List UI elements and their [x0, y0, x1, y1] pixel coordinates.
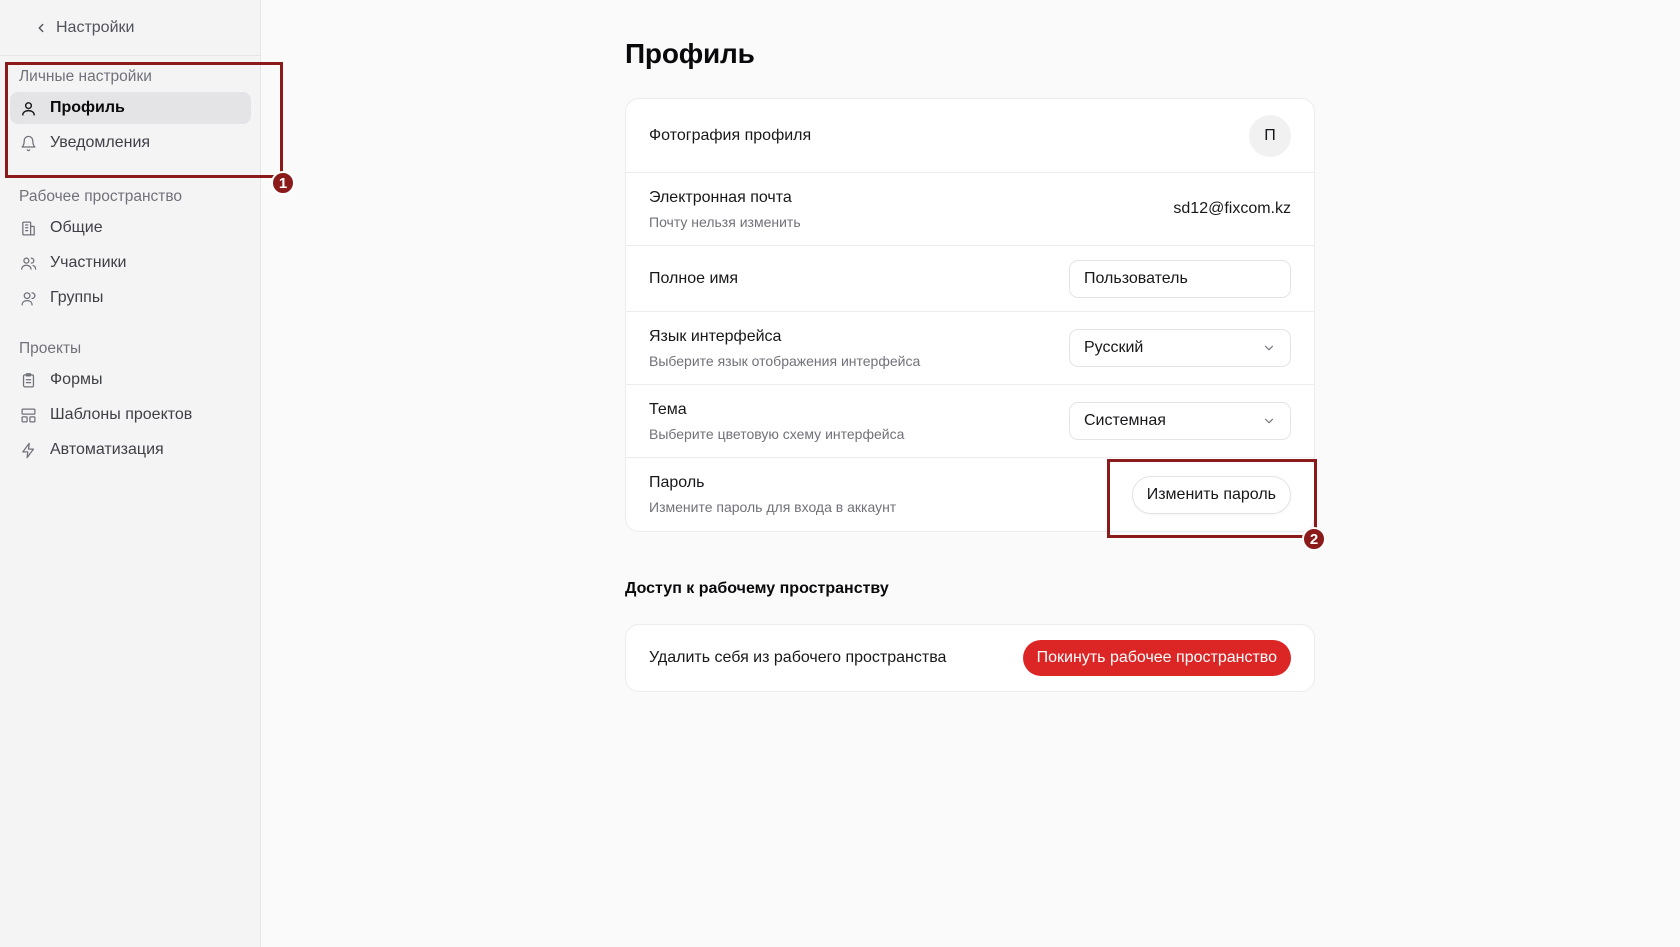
group-icon	[21, 291, 36, 306]
theme-label: Тема	[649, 400, 687, 418]
profile-photo-label: Фотография профиля	[649, 126, 812, 144]
password-label: Пароль	[649, 474, 705, 491]
sidebar-divider	[0, 55, 260, 56]
sidebar-item-general[interactable]: Общие	[10, 212, 251, 244]
sidebar-item-automation[interactable]: Автоматизация	[10, 434, 251, 466]
building-icon	[22, 220, 35, 236]
theme-row: Тема Выберите цветовую схему интерфейса …	[626, 385, 1314, 458]
page-title: Профиль	[625, 38, 755, 69]
email-value: sd12@fixcom.kz	[1173, 200, 1291, 217]
password-row: Пароль Измените пароль для входа в аккау…	[626, 458, 1314, 531]
section-label-workspace: Рабочее пространство	[19, 188, 183, 205]
sidebar-item-project-templates[interactable]: Шаблоны проектов	[10, 399, 251, 431]
theme-hint: Выберите цветовую схему интерфейса	[649, 425, 905, 442]
profile-card: Фотография профиля П Электронная почта П…	[625, 98, 1315, 532]
avatar[interactable]: П	[1249, 114, 1291, 157]
email-row: Электронная почта Почту нельзя изменить …	[626, 173, 1314, 246]
clipboard-icon	[22, 372, 35, 388]
sidebar-item-label: Профиль	[50, 99, 125, 116]
fullname-input[interactable]: Пользователь	[1069, 259, 1291, 298]
leave-workspace-label: Удалить себя из рабочего пространства	[649, 649, 947, 666]
leave-workspace-button[interactable]: Покинуть рабочее пространство	[1022, 640, 1291, 676]
sidebar-item-label: Шаблоны проектов	[50, 406, 193, 423]
fullname-label: Полное имя	[649, 269, 739, 287]
email-hint: Почту нельзя изменить	[649, 213, 801, 230]
language-label: Язык интерфейса	[649, 327, 782, 345]
sidebar-item-profile[interactable]: Профиль	[10, 92, 251, 124]
zap-icon	[22, 442, 35, 458]
annotation-badge-2: 2	[1302, 527, 1326, 551]
sidebar-item-label: Автоматизация	[50, 441, 164, 458]
language-select[interactable]: Русский	[1069, 329, 1291, 367]
fullname-row: Полное имя Пользователь	[626, 246, 1314, 312]
chevron-down-icon	[1264, 418, 1274, 424]
sidebar-item-notifications[interactable]: Уведомления	[10, 127, 251, 159]
sidebar-item-groups[interactable]: Группы	[10, 282, 251, 314]
sidebar-item-label: Формы	[50, 371, 103, 388]
users-icon	[21, 257, 37, 270]
sidebar-item-label: Участники	[50, 254, 127, 271]
section-label-personal: Личные настройки	[19, 68, 152, 85]
sidebar-item-label: Группы	[50, 289, 104, 306]
layout-icon	[21, 407, 36, 423]
annotation-badge-1: 1	[271, 171, 295, 195]
bell-icon	[21, 135, 36, 151]
chevron-down-icon	[1264, 345, 1274, 351]
profile-photo-row: Фотография профиля П	[626, 99, 1314, 173]
workspace-access-title: Доступ к рабочему пространству	[625, 580, 889, 597]
language-select-value: Русский	[1084, 339, 1144, 356]
language-hint: Выберите язык отображения интерфейса	[649, 352, 921, 369]
sidebar-item-label: Общие	[50, 219, 103, 236]
back-to-settings-link[interactable]: Настройки	[34, 17, 134, 39]
sidebar-item-forms[interactable]: Формы	[10, 364, 251, 396]
theme-select[interactable]: Системная	[1069, 402, 1291, 440]
leave-workspace-row: Удалить себя из рабочего пространства По…	[626, 625, 1314, 691]
theme-select-value: Системная	[1084, 412, 1166, 429]
section-label-projects: Проекты	[19, 340, 82, 357]
sidebar-item-label: Уведомления	[50, 134, 151, 151]
back-label: Настройки	[56, 19, 135, 36]
fullname-input-value: Пользователь	[1084, 269, 1188, 287]
email-label: Электронная почта	[649, 188, 792, 206]
sidebar-item-members[interactable]: Участники	[10, 247, 251, 279]
settings-sidebar: Настройки Личные настройки Профиль Уведо…	[0, 0, 283, 947]
change-password-button[interactable]: Изменить пароль	[1131, 475, 1291, 514]
user-icon	[22, 101, 35, 116]
password-hint: Измените пароль для входа в аккаунт	[649, 499, 897, 515]
workspace-access-card: Удалить себя из рабочего пространства По…	[625, 624, 1315, 692]
chevron-left-icon	[38, 23, 44, 33]
language-row: Язык интерфейса Выберите язык отображени…	[626, 312, 1314, 385]
main-content: Профиль Фотография профиля П Электронная…	[261, 0, 1680, 947]
